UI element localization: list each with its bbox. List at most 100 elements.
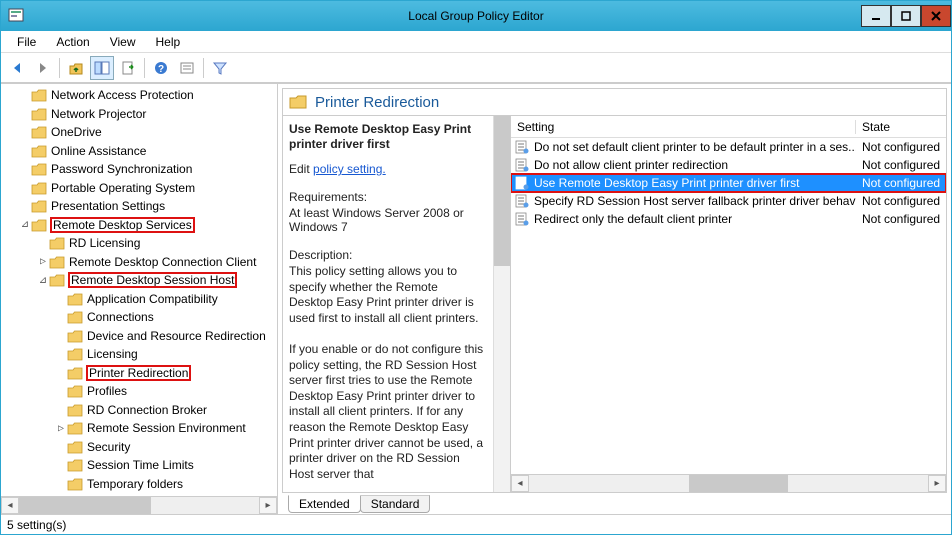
folder-icon bbox=[67, 440, 83, 454]
tree-item[interactable]: Licensing bbox=[1, 345, 277, 364]
tree-item[interactable]: ▷Remote Desktop Connection Client bbox=[1, 253, 277, 272]
folder-icon bbox=[49, 255, 65, 269]
forward-button[interactable] bbox=[31, 56, 55, 80]
edit-policy-link[interactable]: policy setting. bbox=[313, 162, 386, 176]
tree-pane: Network Access Protection Network Project… bbox=[1, 84, 278, 514]
setting-row[interactable]: Do not allow client printer redirectionN… bbox=[511, 156, 946, 174]
tree-item-label: Device and Resource Redirection bbox=[87, 329, 266, 343]
policy-icon bbox=[514, 176, 530, 190]
setting-state: Not configured bbox=[856, 212, 946, 226]
setting-state: Not configured bbox=[856, 158, 946, 172]
expand-toggle-icon[interactable]: ⊿ bbox=[37, 275, 49, 286]
settings-column: Setting State Do not set default client … bbox=[510, 116, 946, 492]
column-state[interactable]: State bbox=[856, 120, 946, 134]
menu-file[interactable]: File bbox=[7, 33, 46, 51]
scroll-thumb[interactable] bbox=[689, 475, 789, 492]
scroll-left-button[interactable]: ◂ bbox=[1, 497, 19, 514]
toolbar: ? bbox=[1, 53, 951, 83]
scroll-thumb[interactable] bbox=[19, 497, 151, 514]
tree-item[interactable]: Application Compatibility bbox=[1, 290, 277, 309]
tree-item[interactable]: ▷Remote Session Environment bbox=[1, 419, 277, 438]
scroll-track[interactable] bbox=[529, 475, 928, 492]
scroll-right-button[interactable]: ▸ bbox=[259, 497, 277, 514]
folder-icon bbox=[67, 310, 83, 324]
expand-toggle-icon[interactable]: ▷ bbox=[55, 423, 67, 434]
menu-help[interactable]: Help bbox=[146, 33, 191, 51]
settings-hscrollbar[interactable]: ◂ ▸ bbox=[511, 474, 946, 492]
minimize-button[interactable] bbox=[861, 5, 891, 27]
scroll-track[interactable] bbox=[19, 497, 259, 514]
tree-item-label: Presentation Settings bbox=[51, 199, 165, 213]
tree-item-label: Session Time Limits bbox=[87, 458, 194, 472]
tree-item[interactable]: ⊿ Remote Desktop Services bbox=[1, 216, 277, 235]
settings-header[interactable]: Setting State bbox=[511, 116, 946, 138]
setting-row[interactable]: Redirect only the default client printer… bbox=[511, 210, 946, 228]
help-scrollbar[interactable] bbox=[493, 116, 510, 492]
folder-icon bbox=[31, 181, 47, 195]
scroll-left-button[interactable]: ◂ bbox=[511, 475, 529, 492]
setting-row[interactable]: Specify RD Session Host server fallback … bbox=[511, 192, 946, 210]
folder-icon bbox=[67, 292, 83, 306]
filter-button[interactable] bbox=[208, 56, 232, 80]
tree-item-label: Profiles bbox=[87, 384, 127, 398]
tree-item[interactable]: Security bbox=[1, 438, 277, 457]
menu-view[interactable]: View bbox=[100, 33, 146, 51]
tree-item-label: Printer Redirection bbox=[87, 366, 190, 380]
tree-hscrollbar[interactable]: ◂ ▸ bbox=[1, 496, 277, 514]
tree-item[interactable]: Network Access Protection bbox=[1, 86, 277, 105]
properties-button[interactable] bbox=[175, 56, 199, 80]
tree-item[interactable]: ⊿ Remote Desktop Session Host bbox=[1, 271, 277, 290]
up-folder-button[interactable] bbox=[64, 56, 88, 80]
tree-item[interactable]: Printer Redirection bbox=[1, 364, 277, 383]
details-header-title: Printer Redirection bbox=[315, 94, 439, 111]
details-header: Printer Redirection bbox=[282, 88, 947, 116]
setting-row[interactable]: Use Remote Desktop Easy Print printer dr… bbox=[511, 174, 946, 192]
folder-icon bbox=[67, 421, 83, 435]
tree-item-label: Network Projector bbox=[51, 107, 146, 121]
scroll-thumb[interactable] bbox=[494, 116, 510, 266]
tree-item[interactable]: Device and Resource Redirection bbox=[1, 327, 277, 346]
expand-toggle-icon[interactable]: ⊿ bbox=[19, 219, 31, 230]
tree-item[interactable]: Password Synchronization bbox=[1, 160, 277, 179]
tree-item-label: Remote Desktop Services bbox=[51, 218, 194, 232]
description-heading: Description: bbox=[289, 248, 485, 262]
tree-item-label: Application Compatibility bbox=[87, 292, 218, 306]
back-button[interactable] bbox=[5, 56, 29, 80]
close-button[interactable] bbox=[921, 5, 951, 27]
tree-item-label: OneDrive bbox=[51, 125, 102, 139]
column-setting[interactable]: Setting bbox=[511, 120, 856, 134]
tree-item[interactable]: Online Assistance bbox=[1, 142, 277, 161]
tree-item[interactable]: Network Projector bbox=[1, 105, 277, 124]
tab-extended[interactable]: Extended bbox=[288, 495, 361, 513]
tree-item[interactable]: Profiles bbox=[1, 382, 277, 401]
help-button[interactable]: ? bbox=[149, 56, 173, 80]
tree-item[interactable]: Session Time Limits bbox=[1, 456, 277, 475]
status-text: 5 setting(s) bbox=[7, 518, 66, 532]
show-hide-tree-button[interactable] bbox=[90, 56, 114, 80]
toolbar-separator bbox=[144, 58, 145, 78]
maximize-button[interactable] bbox=[891, 5, 921, 27]
settings-list[interactable]: Do not set default client printer to be … bbox=[511, 138, 946, 474]
folder-icon bbox=[31, 162, 47, 176]
tree-item[interactable]: Connections bbox=[1, 308, 277, 327]
setting-row[interactable]: Do not set default client printer to be … bbox=[511, 138, 946, 156]
folder-icon bbox=[31, 125, 47, 139]
tree-item-label: Password Synchronization bbox=[51, 162, 192, 176]
expand-toggle-icon[interactable]: ▷ bbox=[37, 256, 49, 267]
body: Network Access Protection Network Project… bbox=[1, 83, 951, 514]
tab-standard[interactable]: Standard bbox=[360, 495, 431, 513]
tree-item-label: Remote Desktop Session Host bbox=[69, 273, 236, 287]
setting-name: Do not allow client printer redirection bbox=[533, 158, 856, 172]
folder-icon bbox=[49, 236, 65, 250]
tree-item[interactable]: OneDrive bbox=[1, 123, 277, 142]
tree-item[interactable]: Presentation Settings bbox=[1, 197, 277, 216]
details-body: Use Remote Desktop Easy Print printer dr… bbox=[282, 116, 947, 492]
tree-item[interactable]: RD Connection Broker bbox=[1, 401, 277, 420]
tree-item[interactable]: Temporary folders bbox=[1, 475, 277, 494]
export-list-button[interactable] bbox=[116, 56, 140, 80]
tree-item[interactable]: Portable Operating System bbox=[1, 179, 277, 198]
policy-tree[interactable]: Network Access Protection Network Project… bbox=[1, 84, 277, 496]
scroll-right-button[interactable]: ▸ bbox=[928, 475, 946, 492]
menu-action[interactable]: Action bbox=[46, 33, 99, 51]
tree-item[interactable]: RD Licensing bbox=[1, 234, 277, 253]
